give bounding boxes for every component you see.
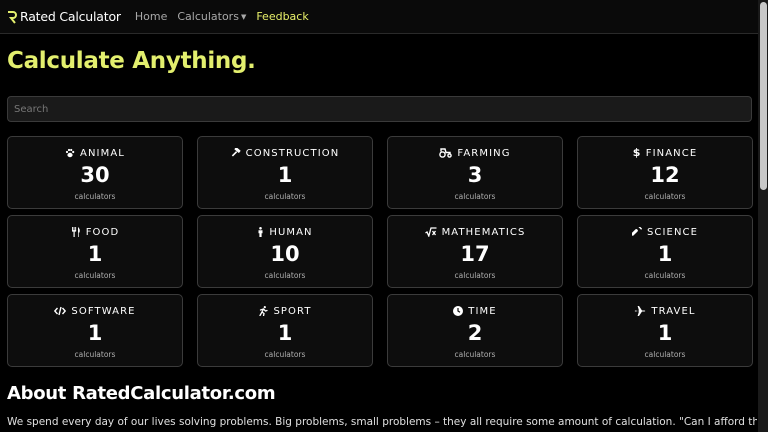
- category-name: TIME: [468, 305, 497, 317]
- nav-calculators-label: Calculators: [177, 10, 239, 23]
- hammer-icon: [231, 148, 241, 157]
- category-card-animal[interactable]: ANIMAL 30 calculators: [7, 136, 183, 209]
- category-card-construction[interactable]: CONSTRUCTION 1 calculators: [197, 136, 373, 209]
- logo-icon: [8, 10, 17, 24]
- card-header: CONSTRUCTION: [231, 146, 340, 160]
- card-header: FOOD: [71, 225, 120, 239]
- tractor-icon: [439, 148, 453, 158]
- category-grid: ANIMAL 30 calculators CONSTRUCTION 1 cal…: [7, 136, 753, 367]
- category-count: 2: [467, 321, 483, 345]
- category-name: SCIENCE: [646, 226, 699, 238]
- card-header: MATHEMATICS: [424, 225, 526, 239]
- category-name: CONSTRUCTION: [245, 147, 340, 159]
- card-header: TRAVEL: [634, 304, 695, 318]
- category-sublabel: calculators: [74, 350, 116, 359]
- plane-icon: [634, 306, 646, 316]
- category-name: SOFTWARE: [71, 305, 136, 317]
- category-count: 10: [270, 242, 300, 266]
- category-count: 1: [277, 163, 293, 187]
- category-count: 1: [657, 321, 673, 345]
- card-header: SPORT: [258, 304, 311, 318]
- scrollbar-thumb[interactable]: [760, 2, 767, 190]
- category-card-time[interactable]: TIME 2 calculators: [387, 294, 563, 367]
- nav-calculators-dropdown[interactable]: Calculators ▼: [177, 10, 246, 23]
- category-count: 12: [650, 163, 680, 187]
- search-input[interactable]: [7, 96, 752, 122]
- category-card-human[interactable]: HUMAN 10 calculators: [197, 215, 373, 288]
- category-name: SPORT: [273, 305, 312, 317]
- card-header: FARMING: [439, 146, 510, 160]
- category-name: FARMING: [457, 147, 511, 159]
- flask-icon: [631, 227, 642, 236]
- category-count: 1: [277, 321, 293, 345]
- code-icon: [54, 306, 67, 316]
- page-title: Calculate Anything.: [7, 48, 256, 74]
- category-sublabel: calculators: [264, 271, 306, 280]
- category-card-farming[interactable]: FARMING 3 calculators: [387, 136, 563, 209]
- card-header: TIME: [453, 304, 496, 318]
- dollar-icon: $: [632, 146, 641, 159]
- category-count: 30: [80, 163, 110, 187]
- category-count: 1: [657, 242, 673, 266]
- category-sublabel: calculators: [454, 350, 496, 359]
- brand-name: Rated Calculator: [20, 9, 121, 24]
- scrollbar[interactable]: [758, 0, 768, 432]
- category-card-science[interactable]: SCIENCE 1 calculators: [577, 215, 753, 288]
- clock-icon: [453, 306, 464, 316]
- card-header: SCIENCE: [631, 225, 699, 239]
- category-sublabel: calculators: [264, 350, 306, 359]
- category-sublabel: calculators: [454, 271, 496, 280]
- card-header: $ FINANCE: [633, 146, 698, 160]
- category-card-sport[interactable]: SPORT 1 calculators: [197, 294, 373, 367]
- brand-link[interactable]: Rated Calculator: [7, 9, 121, 24]
- category-sublabel: calculators: [454, 192, 496, 201]
- category-card-food[interactable]: FOOD 1 calculators: [7, 215, 183, 288]
- about-heading: About RatedCalculator.com: [7, 383, 276, 404]
- category-card-travel[interactable]: TRAVEL 1 calculators: [577, 294, 753, 367]
- category-sublabel: calculators: [644, 350, 686, 359]
- category-sublabel: calculators: [644, 271, 686, 280]
- chevron-down-icon: ▼: [240, 13, 247, 21]
- category-count: 17: [460, 242, 490, 266]
- category-card-mathematics[interactable]: MATHEMATICS 17 calculators: [387, 215, 563, 288]
- card-header: ANIMAL: [65, 146, 125, 160]
- category-count: 3: [467, 163, 483, 187]
- category-card-software[interactable]: SOFTWARE 1 calculators: [7, 294, 183, 367]
- paw-icon: [65, 148, 75, 158]
- utensils-icon: [71, 227, 80, 237]
- category-sublabel: calculators: [74, 192, 116, 201]
- nav-home-link[interactable]: Home: [135, 10, 167, 23]
- nav-feedback-link[interactable]: Feedback: [256, 10, 308, 23]
- category-name: TRAVEL: [651, 305, 696, 317]
- category-count: 1: [87, 242, 103, 266]
- category-card-finance[interactable]: $ FINANCE 12 calculators: [577, 136, 753, 209]
- card-header: HUMAN: [257, 225, 312, 239]
- category-sublabel: calculators: [644, 192, 686, 201]
- category-name: HUMAN: [269, 226, 313, 238]
- category-sublabel: calculators: [74, 271, 116, 280]
- card-header: SOFTWARE: [54, 304, 135, 318]
- about-paragraph: We spend every day of our lives solving …: [7, 416, 757, 428]
- category-name: ANIMAL: [80, 147, 125, 159]
- square-root-icon: [424, 227, 437, 237]
- top-navbar: Rated Calculator Home Calculators ▼ Feedb…: [0, 0, 758, 34]
- category-name: MATHEMATICS: [441, 226, 526, 238]
- category-name: FOOD: [85, 226, 120, 238]
- runner-icon: [259, 306, 269, 316]
- category-sublabel: calculators: [264, 192, 306, 201]
- category-name: FINANCE: [645, 147, 698, 159]
- category-count: 1: [87, 321, 103, 345]
- person-icon: [258, 227, 263, 237]
